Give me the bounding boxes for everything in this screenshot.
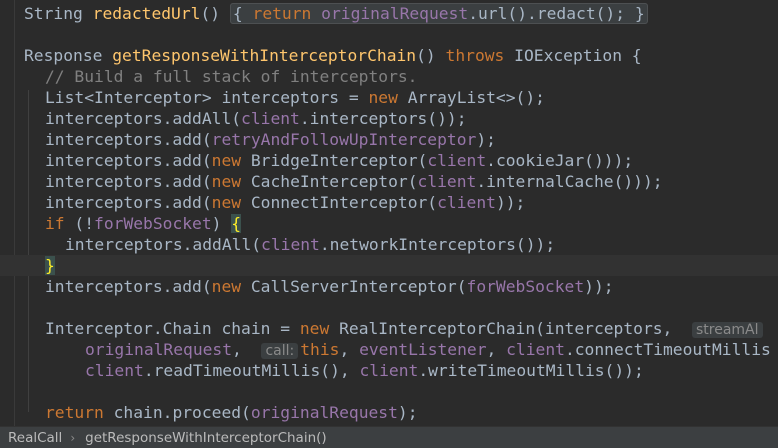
keyword-token: return [252,4,312,23]
matched-brace-close: } [45,256,55,275]
keyword-token: new [299,319,330,338]
code-line[interactable]: interceptors.add(retryAndFollowUpInterce… [45,129,496,150]
code-line[interactable]: return chain.proceed(originalRequest); [45,402,418,423]
code-line[interactable]: Interceptor.Chain chain = new RealInterc… [45,318,765,339]
code-token: .connectTimeoutMillis [564,340,771,359]
parens-token: () [200,4,221,23]
field-token: eventListener [359,340,487,359]
code-token: BridgeInterceptor( [241,151,428,170]
code-line[interactable]: List<Interceptor> interceptors = new Arr… [45,87,545,108]
field-token: client [359,361,419,380]
indent-guide [28,90,29,412]
code-token: .cookieJar())); [486,151,634,170]
field-token: originalRequest [85,340,233,359]
code-token: CallServerInterceptor( [241,277,467,296]
keyword-token: new [368,88,398,107]
field-token: client [427,151,487,170]
code-token: ConnectInterceptor( [241,193,438,212]
gutter-divider [14,0,15,426]
code-token: )); [584,277,614,296]
code-token: ); [476,130,496,149]
code-token: interceptors.add( [45,130,212,149]
field-token: retryAndFollowUpInterceptor [211,130,477,149]
breadcrumb: RealCall › getResponseWithInterceptorCha… [0,426,778,448]
code-token: interceptors.add( [45,151,212,170]
code-token: interceptors.add( [45,172,212,191]
method-name-token: getResponseWithInterceptorChain [112,46,417,65]
fold-close-text: } [634,4,645,23]
code-token: .networkInterceptors()); [319,235,556,254]
code-token: .writeTimeoutMillis()); [418,361,644,380]
field-token: client [417,172,477,191]
fold-marker-open[interactable]: { return originalRequest.url().redact();… [229,3,648,24]
chevron-right-icon: › [70,430,76,445]
parameter-hint: streamAl [691,322,763,338]
fold-open-text: { [232,4,243,23]
code-token: chain.proceed( [103,403,251,422]
code-token: )); [495,193,526,212]
code-token: List<Interceptor> interceptors = [45,88,369,107]
code-token: , [486,340,507,359]
code-line-redacted-url[interactable]: String redactedUrl() { return originalRe… [24,3,648,24]
field-token: client [437,193,496,212]
code-editor[interactable]: String redactedUrl() { return originalRe… [0,0,778,426]
code-line[interactable]: interceptors.addAll(client.interceptors(… [45,108,467,129]
matched-brace-open: { [231,214,242,233]
breadcrumb-class[interactable]: RealCall [0,430,68,446]
field-token: client [261,235,320,254]
parameter-hint: call: [261,343,299,359]
field-token: forWebSocket [466,277,585,296]
field-token: client [241,109,300,128]
field-token: forWebSocket [94,214,212,233]
field-token: client [85,361,144,380]
code-token: interceptors.add( [45,277,212,296]
exception-token: IOException { [514,46,642,65]
keyword-token: throws [445,46,505,65]
code-token: ArrayList<>(); [397,88,545,107]
code-token: .internalCache())); [476,172,663,191]
type-token: String [24,4,83,23]
keyword-token: if [45,214,65,233]
current-line[interactable]: } [0,255,778,276]
code-token: ); [397,403,418,422]
parens-token: () [416,46,436,65]
code-line[interactable]: client.readTimeoutMillis(), client.write… [85,360,644,381]
code-line[interactable]: if (!forWebSocket) { [45,213,242,234]
keyword-token: new [211,172,242,191]
type-token: Response [24,46,103,65]
breadcrumb-method[interactable]: getResponseWithInterceptorChain() [77,430,333,446]
code-token: .readTimeoutMillis(), [143,361,360,380]
keyword-token: this [300,340,340,359]
method-name-token: redactedUrl [92,4,201,23]
keyword-token: new [211,193,242,212]
code-token: , [339,340,360,359]
code-token: interceptors.addAll( [45,109,242,128]
code-line[interactable]: interceptors.addAll(client.networkInterc… [65,234,555,255]
code-token: ) [211,214,232,233]
code-line[interactable]: interceptors.add(new CallServerIntercept… [45,276,614,297]
code-token: .url().redact(); [468,4,626,23]
code-line[interactable]: interceptors.add(new BridgeInterceptor(c… [45,150,633,171]
code-comment[interactable]: // Build a full stack of interceptors. [45,66,417,87]
code-token: (! [64,214,95,233]
code-token: interceptors.add( [45,193,212,212]
code-line[interactable]: originalRequest, call: this, eventListene… [85,339,771,360]
field-token: client [506,340,565,359]
keyword-token: new [211,151,242,170]
code-token: interceptors.addAll( [65,235,262,254]
code-token: .interceptors()); [299,109,467,128]
code-token: RealInterceptorChain(interceptors, [329,319,683,338]
field-token: originalRequest [321,4,469,23]
code-line[interactable]: interceptors.add(new CacheInterceptor(cl… [45,171,663,192]
code-token: , [232,340,252,359]
keyword-token: new [211,277,242,296]
code-token: CacheInterceptor( [241,172,418,191]
code-line-signature[interactable]: Response getResponseWithInterceptorChain… [24,45,642,66]
keyword-token: return [45,403,104,422]
code-token: Interceptor.Chain chain = [45,319,300,338]
field-token: originalRequest [250,403,398,422]
code-line[interactable]: interceptors.add(new ConnectInterceptor(… [45,192,525,213]
